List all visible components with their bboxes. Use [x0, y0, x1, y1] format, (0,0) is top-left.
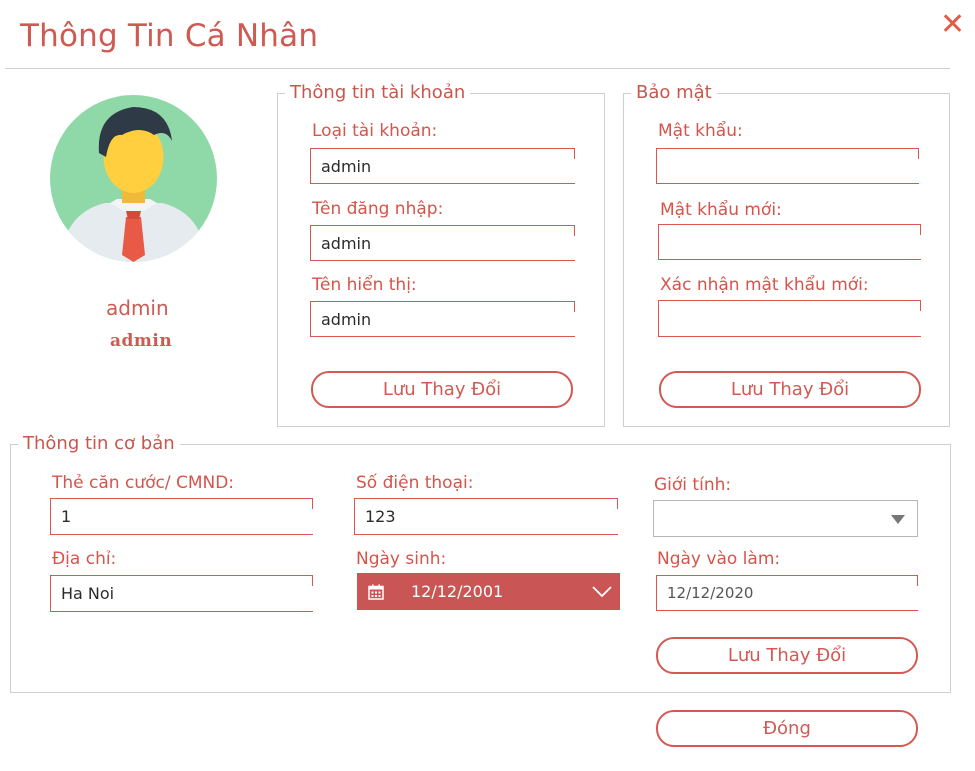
profile-role: admin — [110, 331, 173, 351]
address-value: Ha Noi — [61, 584, 115, 603]
id-card-field[interactable]: 1 — [50, 498, 313, 535]
confirm-password-field[interactable] — [658, 300, 921, 337]
account-type-value: admin — [321, 156, 372, 176]
gender-label: Giới tính: — [654, 475, 732, 495]
calendar-icon — [368, 584, 384, 600]
start-date-label: Ngày vào làm: — [657, 549, 781, 569]
security-save-button[interactable]: Lưu Thay Đổi — [659, 371, 921, 408]
avatar — [50, 95, 217, 262]
phone-value: 123 — [365, 507, 396, 526]
confirm-password-label: Xác nhận mật khẩu mới: — [660, 275, 869, 295]
new-password-field[interactable] — [658, 224, 921, 260]
basic-save-button[interactable]: Lưu Thay Đổi — [656, 637, 918, 674]
profile-name: admin — [106, 296, 169, 320]
gender-select[interactable] — [653, 500, 918, 537]
close-dialog-button[interactable]: Đóng — [656, 710, 918, 747]
username-field[interactable]: admin — [310, 225, 575, 261]
chevron-down-icon[interactable] — [891, 515, 905, 524]
id-card-value: 1 — [61, 507, 72, 526]
password-label: Mật khẩu: — [658, 121, 743, 141]
start-date-field[interactable]: 12/12/2020 — [656, 575, 918, 611]
security-legend: Bảo mật — [631, 83, 717, 103]
username-label: Tên đăng nhập: — [312, 199, 444, 219]
display-name-field[interactable]: admin — [310, 301, 575, 337]
chevron-down-icon[interactable] — [592, 586, 612, 597]
phone-label: Số điện thoại: — [356, 473, 474, 493]
avatar-icon — [50, 95, 217, 262]
account-save-button[interactable]: Lưu Thay Đổi — [311, 371, 573, 408]
window-title: Thông Tin Cá Nhân — [20, 18, 319, 54]
address-field[interactable]: Ha Noi — [50, 575, 313, 612]
username-value: admin — [321, 233, 372, 253]
title-divider — [5, 68, 950, 69]
password-field[interactable] — [656, 148, 919, 184]
birth-date-value: 12/12/2001 — [411, 582, 504, 601]
birth-date-picker[interactable]: 12/12/2001 — [357, 573, 620, 610]
new-password-label: Mật khẩu mới: — [660, 200, 782, 220]
display-name-label: Tên hiển thị: — [312, 275, 417, 295]
account-type-label: Loại tài khoản: — [312, 121, 438, 141]
address-label: Địa chỉ: — [52, 549, 117, 569]
birth-date-label: Ngày sinh: — [356, 549, 447, 569]
display-name-value: admin — [321, 309, 372, 329]
account-type-field[interactable]: admin — [310, 148, 575, 184]
start-date-value: 12/12/2020 — [667, 584, 754, 602]
basic-info-legend: Thông tin cơ bản — [18, 434, 180, 454]
phone-field[interactable]: 123 — [354, 498, 618, 535]
account-legend: Thông tin tài khoản — [285, 83, 471, 103]
id-card-label: Thẻ căn cước/ CMND: — [52, 473, 235, 493]
close-icon[interactable]: ✕ — [940, 10, 965, 40]
